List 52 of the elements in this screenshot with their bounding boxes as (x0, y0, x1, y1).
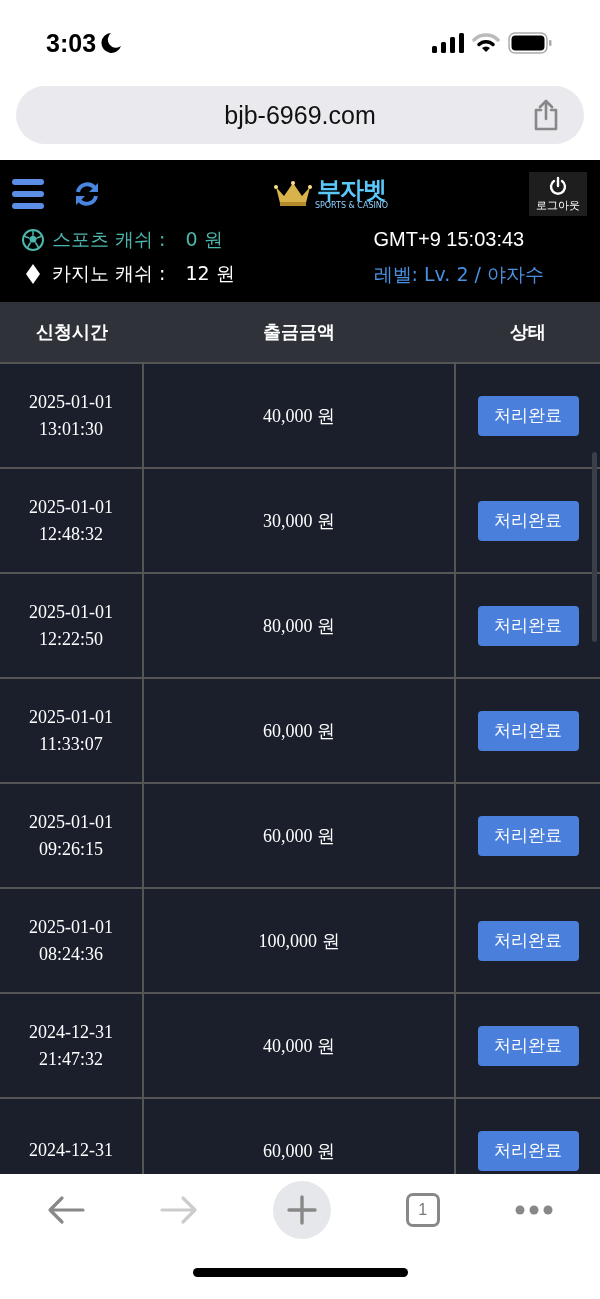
date-cell: 2025-01-01 13:01:30 (0, 363, 143, 468)
server-time: GMT+9 15:03:43 (373, 228, 525, 252)
amount-cell: 30,000 원 (143, 468, 455, 573)
logout-button[interactable]: 로그아웃 (529, 172, 587, 216)
logo-text: 부자벳 (317, 178, 386, 202)
date-cell: 2025-01-01 12:22:50 (0, 573, 143, 678)
amount-cell: 60,000 원 (143, 783, 455, 888)
balance-label: 스포츠 캐쉬 : (52, 227, 166, 252)
clock-time: 3:03 (46, 28, 97, 58)
amount-cell: 40,000 원 (143, 363, 455, 468)
refresh-icon[interactable] (74, 181, 100, 207)
scrollbar[interactable] (592, 452, 597, 642)
moon-icon (100, 32, 123, 54)
back-button[interactable] (47, 1195, 86, 1225)
signal-icon (432, 33, 464, 53)
date-cell: 2025-01-01 11:33:07 (0, 678, 143, 783)
balance-label: 카지노 캐쉬 : (52, 261, 166, 286)
status-button[interactable]: 처리완료 (477, 1130, 579, 1171)
power-icon (548, 175, 568, 196)
soccer-ball-icon (22, 229, 44, 251)
date-cell: 2025-01-01 08:24:36 (0, 888, 143, 993)
date-cell: 2025-01-01 12:48:32 (0, 468, 143, 573)
amount-cell: 100,000 원 (143, 888, 455, 993)
status-button[interactable]: 처리완료 (477, 815, 579, 856)
status-button[interactable]: 처리완료 (477, 920, 579, 961)
more-icon[interactable] (514, 1205, 553, 1215)
wifi-icon (472, 33, 500, 53)
amount-cell: 80,000 원 (143, 573, 455, 678)
amount-cell: 40,000 원 (143, 993, 455, 1098)
balance-amount: 12 원 (185, 261, 235, 286)
menu-icon[interactable] (12, 179, 44, 209)
tab-count-button[interactable]: 1 (405, 1193, 440, 1227)
column-header: 출금금액 (143, 302, 455, 363)
column-header: 신청시간 (0, 302, 143, 363)
amount-cell: 60,000 원 (143, 678, 455, 783)
level-text: 레벨: Lv. 2 / 야자수 (373, 262, 544, 286)
battery-icon (508, 32, 552, 54)
status-button[interactable]: 처리완료 (477, 500, 579, 541)
logo-tagline: SPORTS & CASINO (314, 202, 389, 210)
status-button[interactable]: 처리완료 (477, 395, 579, 436)
balance-amount: 0 원 (185, 227, 223, 252)
plus-icon (287, 1195, 317, 1225)
column-header: 상태 (455, 302, 600, 363)
crown-icon (272, 181, 313, 207)
status-button[interactable]: 처리완료 (477, 605, 579, 646)
share-icon[interactable] (532, 99, 560, 131)
status-button[interactable]: 처리완료 (477, 710, 579, 751)
status-button[interactable]: 처리완료 (477, 1025, 579, 1066)
address-bar[interactable]: bjb-6969.com (16, 86, 584, 144)
date-cell: 2025-01-01 09:26:15 (0, 783, 143, 888)
url-text: bjb-6969.com (224, 100, 376, 130)
date-cell: 2024-12-31 21:47:32 (0, 993, 143, 1098)
